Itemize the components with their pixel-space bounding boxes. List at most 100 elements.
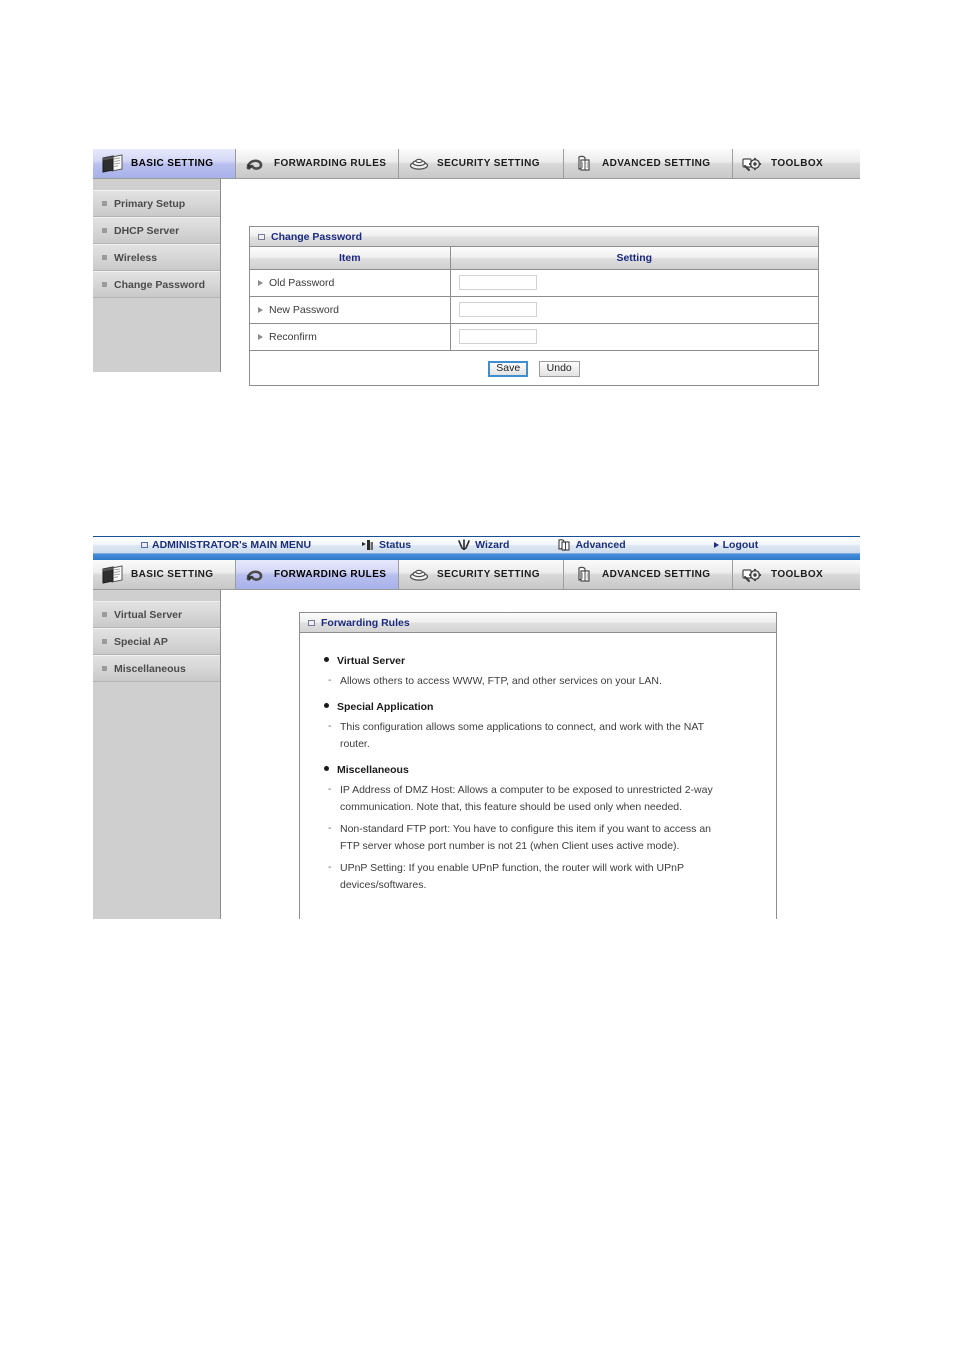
sidebar-item-miscellaneous[interactable]: Miscellaneous bbox=[93, 655, 220, 682]
triangle-icon bbox=[258, 279, 263, 286]
help-group-title: Special Application bbox=[324, 701, 758, 713]
column-header-setting: Setting bbox=[450, 247, 818, 270]
tab-label: FORWARDING RULES bbox=[274, 157, 387, 169]
tab-toolbox[interactable]: TOOLBOX bbox=[733, 560, 860, 589]
help-group-title: Virtual Server bbox=[324, 655, 758, 667]
screenshot-change-password: BASIC SETTING FORWARDING RULES SECURITY … bbox=[93, 149, 860, 387]
arrow-loop-icon bbox=[244, 565, 268, 585]
triangle-icon bbox=[258, 306, 263, 313]
main-tab-strip: BASIC SETTING FORWARDING RULES SECURITY … bbox=[93, 149, 860, 179]
table-row: Reconfirm bbox=[250, 323, 818, 351]
tab-label: BASIC SETTING bbox=[131, 568, 214, 580]
page-root: BASIC SETTING FORWARDING RULES SECURITY … bbox=[0, 0, 954, 1350]
main-content: Change Password Item Setting Old Passwor… bbox=[221, 179, 860, 387]
sidebar-item-label: Wireless bbox=[114, 251, 158, 264]
help-group-special-application: Special Application This configuration a… bbox=[324, 701, 758, 753]
row-label: Old Password bbox=[269, 276, 335, 289]
row-label-cell: New Password bbox=[250, 296, 451, 324]
change-password-panel: Change Password Item Setting Old Passwor… bbox=[249, 226, 819, 387]
bullet-icon bbox=[324, 657, 329, 662]
row-value-cell bbox=[450, 323, 818, 351]
tab-label: BASIC SETTING bbox=[131, 157, 214, 169]
old-password-input[interactable] bbox=[458, 275, 537, 290]
tab-label: SECURITY SETTING bbox=[437, 157, 540, 169]
help-group-title: Miscellaneous bbox=[324, 764, 758, 776]
bullet-icon bbox=[102, 228, 107, 233]
content-body: Virtual Server Special AP Miscellaneous … bbox=[93, 590, 860, 919]
menu-item-status[interactable]: Status bbox=[361, 539, 411, 551]
help-line: UPnP Setting: If you enable UPnP functio… bbox=[324, 859, 724, 894]
row-label-cell: Old Password bbox=[250, 269, 451, 297]
panel-collapse-icon[interactable] bbox=[308, 619, 315, 626]
tab-basic-setting[interactable]: BASIC SETTING bbox=[93, 149, 236, 178]
sidebar-item-special-ap[interactable]: Special AP bbox=[93, 628, 220, 655]
gear-wrench-icon bbox=[741, 565, 765, 585]
sidebar-item-label: Change Password bbox=[114, 278, 206, 291]
help-group-miscellaneous: Miscellaneous IP Address of DMZ Host: Al… bbox=[324, 764, 758, 894]
tab-advanced-setting[interactable]: ADVANCED SETTING bbox=[564, 560, 733, 589]
tab-forwarding-rules[interactable]: FORWARDING RULES bbox=[236, 560, 399, 589]
row-label: Reconfirm bbox=[269, 330, 317, 343]
bullet-icon bbox=[102, 201, 107, 206]
panel-title: Change Password bbox=[271, 230, 363, 243]
documents-icon bbox=[101, 564, 125, 585]
sidebar-item-wireless[interactable]: Wireless bbox=[93, 244, 220, 271]
forwarding-rules-panel: Forwarding Rules Virtual Server Allows o… bbox=[299, 612, 777, 919]
sidebar: Virtual Server Special AP Miscellaneous bbox=[93, 590, 221, 919]
sidebar: Primary Setup DHCP Server Wireless Chang… bbox=[93, 179, 221, 372]
tab-label: FORWARDING RULES bbox=[274, 568, 387, 580]
panel-header: Change Password bbox=[250, 227, 818, 247]
tab-forwarding-rules[interactable]: FORWARDING RULES bbox=[236, 149, 399, 178]
bullet-icon bbox=[102, 255, 107, 260]
menu-item-logout[interactable]: Logout bbox=[713, 539, 758, 551]
sidebar-item-label: Virtual Server bbox=[114, 608, 183, 621]
menu-item-advanced[interactable]: Advanced bbox=[557, 539, 626, 552]
sidebar-item-label: Primary Setup bbox=[114, 197, 186, 210]
save-button[interactable]: Save bbox=[488, 360, 529, 378]
bullet-icon bbox=[102, 639, 107, 644]
bullet-icon bbox=[324, 766, 329, 771]
undo-button[interactable]: Undo bbox=[538, 360, 580, 378]
sidebar-item-change-password[interactable]: Change Password bbox=[93, 271, 220, 298]
reconfirm-password-input[interactable] bbox=[458, 329, 537, 344]
table-row: Old Password bbox=[250, 269, 818, 297]
tab-basic-setting[interactable]: BASIC SETTING bbox=[93, 560, 236, 589]
panel-header: Forwarding Rules bbox=[300, 613, 776, 633]
main-content: Forwarding Rules Virtual Server Allows o… bbox=[221, 590, 860, 919]
help-group-virtual-server: Virtual Server Allows others to access W… bbox=[324, 655, 758, 690]
triangle-icon bbox=[258, 333, 263, 340]
books-icon bbox=[557, 539, 571, 552]
sidebar-item-virtual-server[interactable]: Virtual Server bbox=[93, 601, 220, 628]
new-password-input[interactable] bbox=[458, 302, 537, 317]
sidebar-item-dhcp-server[interactable]: DHCP Server bbox=[93, 217, 220, 244]
content-body: Primary Setup DHCP Server Wireless Chang… bbox=[93, 179, 860, 387]
menu-square-icon bbox=[141, 542, 148, 548]
tab-label: TOOLBOX bbox=[771, 157, 824, 169]
table-row: New Password bbox=[250, 296, 818, 324]
tab-label: ADVANCED SETTING bbox=[602, 157, 711, 169]
bullet-icon bbox=[102, 612, 107, 617]
shield-lock-icon bbox=[407, 565, 431, 585]
tab-security-setting[interactable]: SECURITY SETTING bbox=[399, 560, 564, 589]
help-line: Non-standard FTP port: You have to confi… bbox=[324, 820, 724, 855]
books-icon bbox=[572, 565, 596, 585]
row-value-cell bbox=[450, 269, 818, 297]
tab-label: TOOLBOX bbox=[771, 568, 824, 580]
main-tab-strip: BASIC SETTING FORWARDING RULES SECURITY … bbox=[93, 560, 860, 590]
help-line: Allows others to access WWW, FTP, and ot… bbox=[324, 672, 724, 690]
tab-advanced-setting[interactable]: ADVANCED SETTING bbox=[564, 149, 733, 178]
sidebar-item-label: Special AP bbox=[114, 635, 168, 648]
tab-security-setting[interactable]: SECURITY SETTING bbox=[399, 149, 564, 178]
documents-icon bbox=[101, 153, 125, 174]
screenshot-forwarding-rules: ADMINISTRATOR's MAIN MENU Status Wizard … bbox=[93, 536, 860, 920]
administrator-menu-bar: ADMINISTRATOR's MAIN MENU Status Wizard … bbox=[93, 536, 860, 560]
sidebar-item-primary-setup[interactable]: Primary Setup bbox=[93, 190, 220, 217]
menu-item-wizard[interactable]: Wizard bbox=[457, 539, 509, 551]
tab-toolbox[interactable]: TOOLBOX bbox=[733, 149, 860, 178]
help-content: Virtual Server Allows others to access W… bbox=[300, 633, 776, 915]
panel-collapse-icon[interactable] bbox=[258, 233, 265, 240]
row-value-cell bbox=[450, 296, 818, 324]
button-row: Save Undo bbox=[250, 351, 818, 386]
bullet-icon bbox=[102, 666, 107, 671]
status-bar-icon bbox=[361, 539, 375, 551]
